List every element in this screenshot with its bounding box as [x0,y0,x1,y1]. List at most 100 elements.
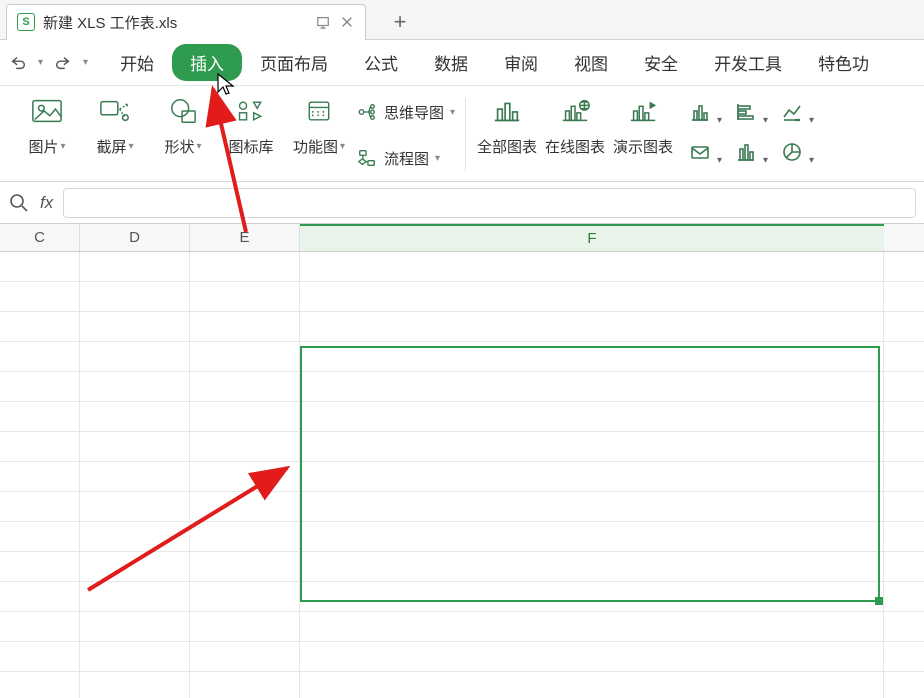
cell[interactable] [300,252,884,281]
onlinecharts-button[interactable]: 在线图表 [544,92,606,157]
cell[interactable] [190,642,300,671]
cell[interactable] [0,282,80,311]
cell[interactable] [300,522,884,551]
document-tab[interactable]: S 新建 XLS 工作表.xls [6,4,366,40]
cell[interactable] [300,582,884,611]
cell[interactable] [80,552,190,581]
cell[interactable] [190,492,300,521]
cell[interactable] [300,312,884,341]
flowchart-button[interactable]: 流程图▾ [356,140,455,176]
formula-input[interactable] [63,188,916,218]
cell[interactable] [300,672,884,698]
menu-tab-3[interactable]: 公式 [346,44,416,81]
cell[interactable] [0,582,80,611]
line-chart-mini-button[interactable]: ▾ [774,96,810,128]
cell[interactable] [300,282,884,311]
spreadsheet-grid[interactable]: C D E F [0,224,924,698]
cell[interactable] [300,342,884,371]
cell[interactable] [190,402,300,431]
redo-button[interactable] [53,53,73,73]
cell[interactable] [0,492,80,521]
cell[interactable] [190,672,300,698]
cell[interactable] [80,672,190,698]
picture-button[interactable]: 图片▾ [16,92,78,157]
cell[interactable] [190,552,300,581]
shapes-button[interactable]: 形状▾ [152,92,214,157]
cell[interactable] [80,282,190,311]
menu-tab-7[interactable]: 安全 [626,44,696,81]
menu-tab-1[interactable]: 插入 [172,44,242,81]
cell[interactable] [0,432,80,461]
cell[interactable] [0,312,80,341]
redo-dropdown-icon[interactable]: ▾ [83,57,88,68]
mindmap-button[interactable]: 思维导图▾ [356,94,455,130]
cell[interactable] [300,372,884,401]
close-icon[interactable] [339,14,355,30]
cell[interactable] [300,492,884,521]
screenshot-button[interactable]: 截屏▾ [84,92,146,157]
cell[interactable] [0,642,80,671]
cell[interactable] [300,462,884,491]
cell[interactable] [80,462,190,491]
cell[interactable] [190,252,300,281]
envelope-chart-mini-button[interactable]: ▾ [682,136,718,168]
cell[interactable] [80,342,190,371]
bar-chart-mini-button[interactable]: ▾ [682,96,718,128]
funcchart-button[interactable]: 功能图▾ [288,92,350,157]
cell[interactable] [80,582,190,611]
menu-tab-2[interactable]: 页面布局 [242,44,346,81]
cell[interactable] [80,612,190,641]
cell[interactable] [190,312,300,341]
iconlib-button[interactable]: 图标库 [220,92,282,157]
cell[interactable] [80,252,190,281]
window-mode-icon[interactable] [315,14,331,30]
cell[interactable] [80,642,190,671]
cell[interactable] [0,372,80,401]
cell[interactable] [0,522,80,551]
cell[interactable] [300,552,884,581]
cell[interactable] [80,492,190,521]
cell[interactable] [0,612,80,641]
col-header-E[interactable]: E [190,224,300,251]
cell[interactable] [190,282,300,311]
cell[interactable] [300,432,884,461]
cell[interactable] [300,642,884,671]
column-chart-mini-button[interactable]: ▾ [728,136,764,168]
cell[interactable] [190,522,300,551]
cell[interactable] [300,402,884,431]
menu-tab-9[interactable]: 特色功 [800,44,887,81]
add-tab-button[interactable]: + [380,4,420,40]
menu-tab-6[interactable]: 视图 [556,44,626,81]
cell[interactable] [80,522,190,551]
cell[interactable] [80,432,190,461]
zoom-icon[interactable] [8,192,30,214]
cell[interactable] [80,402,190,431]
cell[interactable] [0,462,80,491]
cell[interactable] [80,372,190,401]
cell[interactable] [190,612,300,641]
col-header-D[interactable]: D [80,224,190,251]
cell[interactable] [190,432,300,461]
cell[interactable] [190,462,300,491]
menu-tab-4[interactable]: 数据 [416,44,486,81]
undo-button[interactable] [8,53,28,73]
cell[interactable] [0,552,80,581]
allcharts-button[interactable]: 全部图表 [476,92,538,157]
cell[interactable] [0,672,80,698]
pie-chart-mini-button[interactable]: ▾ [774,136,810,168]
undo-dropdown-icon[interactable]: ▾ [38,57,43,68]
cell[interactable] [0,252,80,281]
hbar-chart-mini-button[interactable]: ▾ [728,96,764,128]
cell[interactable] [300,612,884,641]
democharts-button[interactable]: 演示图表 [612,92,674,157]
col-header-F[interactable]: F [300,224,884,251]
cell[interactable] [190,582,300,611]
menu-tab-5[interactable]: 审阅 [486,44,556,81]
cell[interactable] [190,342,300,371]
menu-tab-0[interactable]: 开始 [102,44,172,81]
menu-tab-8[interactable]: 开发工具 [696,44,800,81]
cell[interactable] [0,342,80,371]
col-header-C[interactable]: C [0,224,80,251]
cell[interactable] [80,312,190,341]
cell[interactable] [190,372,300,401]
